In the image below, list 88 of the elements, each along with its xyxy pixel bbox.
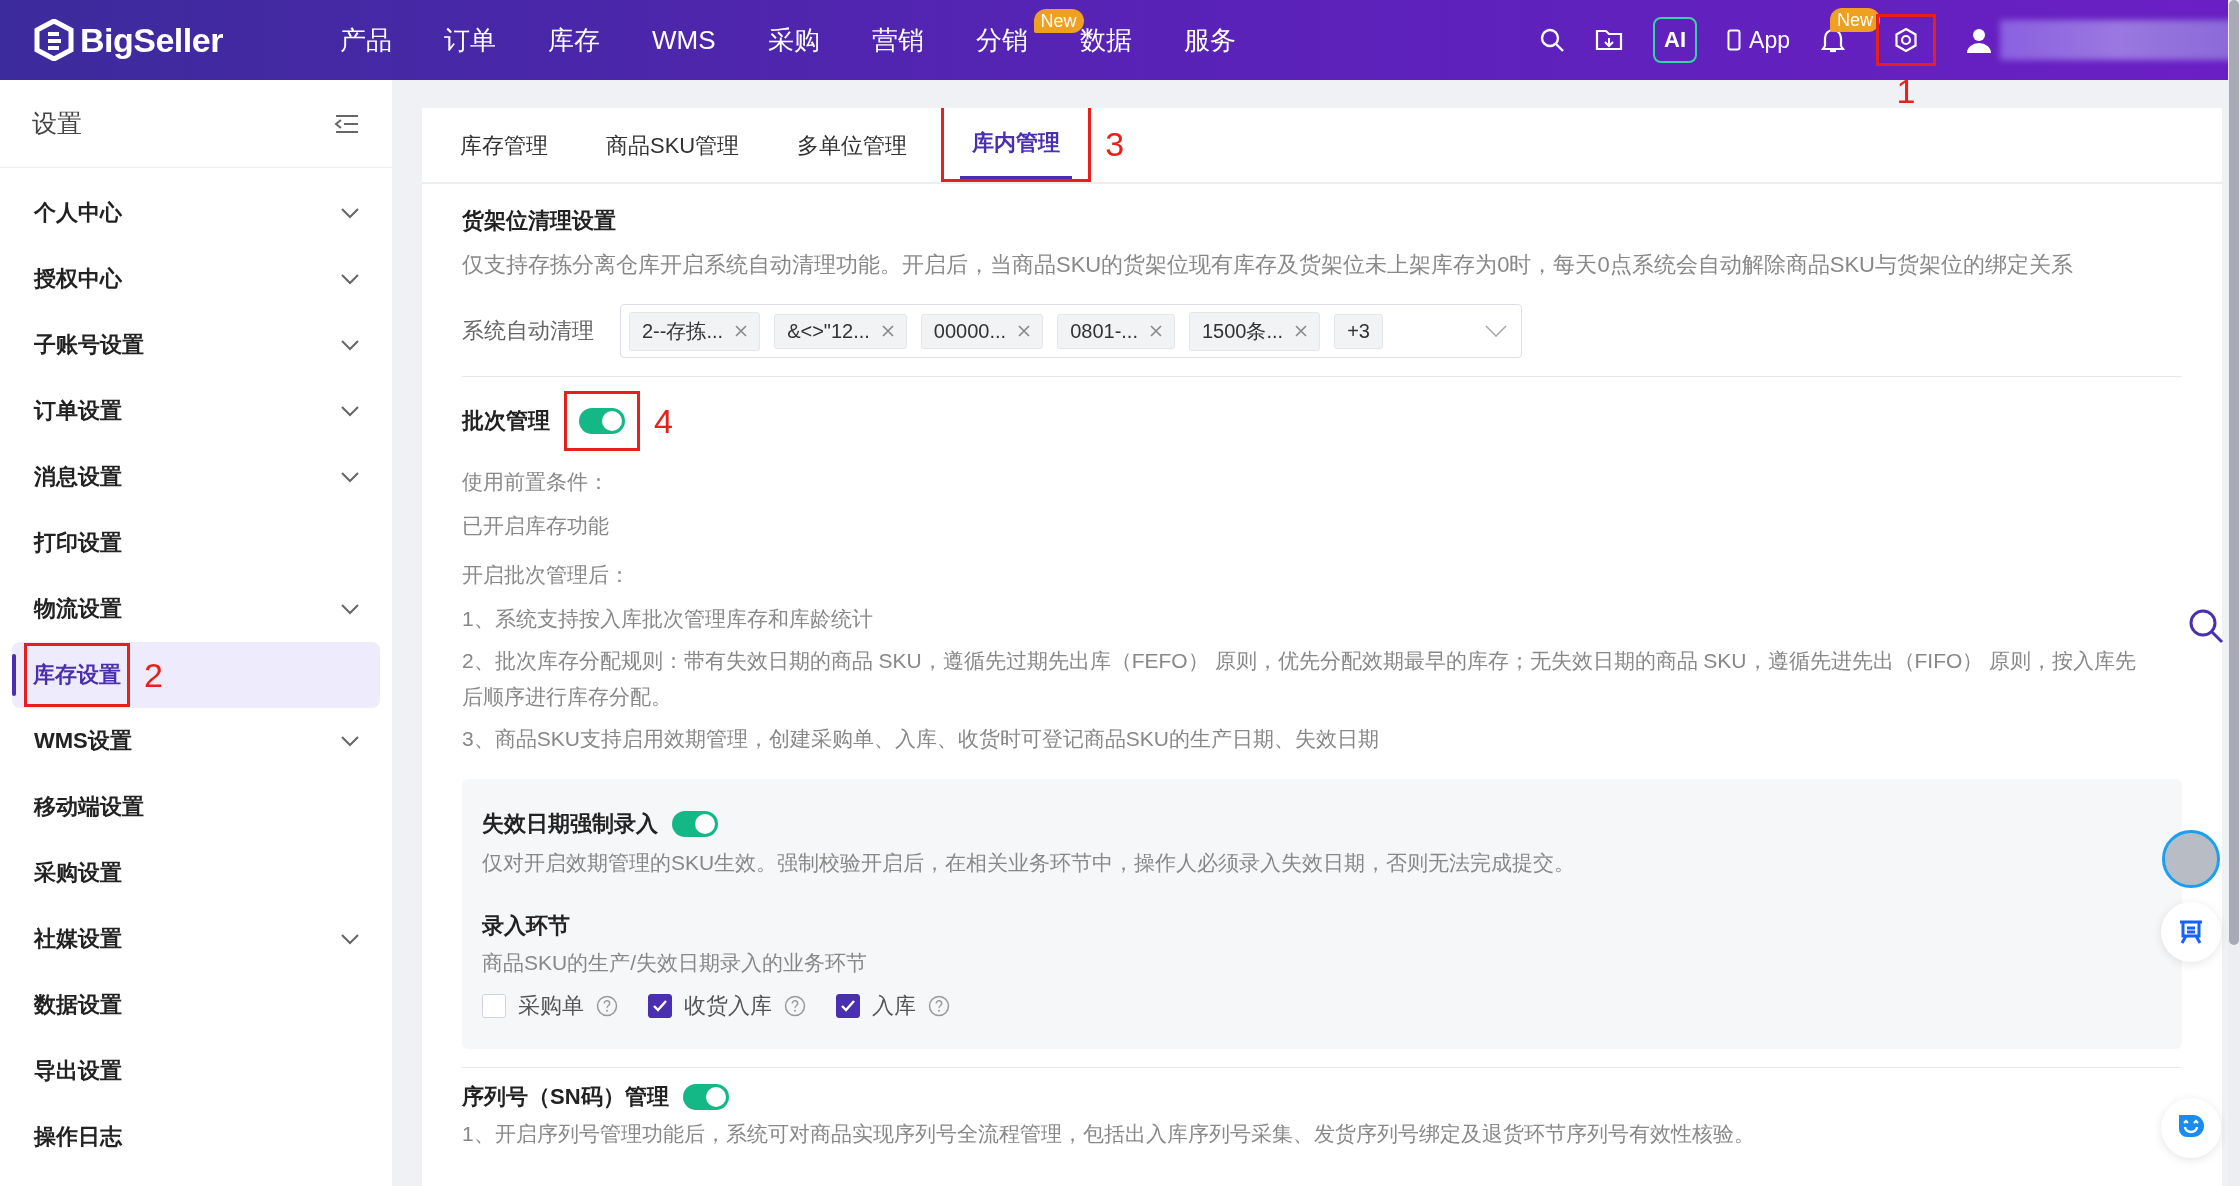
check-icon bbox=[652, 999, 668, 1013]
section-description: 仅支持存拣分离仓库开启系统自动清理功能。开启后，当商品SKU的货架位现有库存及货架位未上架库存为0时，每天0点系统会自动解除商品SKU与货架位的绑定关系 bbox=[462, 251, 2074, 279]
close-icon[interactable] bbox=[735, 325, 748, 337]
logo-text[interactable]: BigSeller bbox=[80, 20, 223, 60]
sidebar-item[interactable]: 采购设置 bbox=[12, 840, 380, 906]
phone-icon bbox=[1727, 29, 1742, 51]
description-text: 仅对开启效期管理的SKU生效。强制校验开启后，在相关业务环节中，操作人必须录入失效日期，否则无法完成提交。 bbox=[482, 850, 1577, 876]
section-title: 货架位清理设置 bbox=[462, 207, 617, 235]
selected-tag: 00000... bbox=[920, 313, 1044, 349]
description-text: 2、批次库存分配规则：带有失效日期的商品 SKU，遵循先过期先出库（FEFO） 原则，优先分配效期最早的库存；无失效日期的商品 SKU，遵循先进先出（FIFO） 原则，按入库先后顺序进行库存分配。 bbox=[462, 648, 2138, 710]
toggle-switch[interactable] bbox=[672, 811, 718, 837]
search-icon[interactable] bbox=[2188, 608, 2224, 644]
checkbox-label: 收货入库 bbox=[684, 992, 772, 1020]
selected-tag: 0801-... bbox=[1057, 313, 1175, 349]
nav-menu-item[interactable]: 营销 bbox=[845, 22, 950, 58]
sidebar-item[interactable]: 社媒设置 bbox=[12, 906, 380, 972]
help-icon[interactable] bbox=[596, 995, 618, 1017]
check-icon bbox=[840, 999, 856, 1013]
nav-menu-item[interactable]: WMS bbox=[626, 24, 742, 56]
checkbox-label: 采购单 bbox=[518, 992, 584, 1020]
tab[interactable]: 库存管理 bbox=[448, 117, 560, 182]
sidebar-item[interactable]: 库存设置 2 bbox=[12, 642, 380, 708]
annotation-number: 3 bbox=[1105, 126, 1125, 161]
setting-title: 失效日期强制录入 bbox=[482, 810, 658, 838]
sidebar-item[interactable]: WMS设置 bbox=[12, 708, 380, 774]
close-icon[interactable] bbox=[1295, 325, 1308, 337]
selected-tag: &<>"12... bbox=[774, 313, 907, 349]
annotation-box: 库存设置 bbox=[24, 643, 130, 707]
new-badge: New bbox=[1830, 8, 1880, 32]
setting-title: 批次管理 bbox=[462, 407, 550, 435]
annotation-number: 2 bbox=[144, 658, 163, 692]
checkbox[interactable] bbox=[648, 994, 672, 1018]
search-icon[interactable] bbox=[1539, 27, 1566, 53]
description-text: 已开启库存功能 bbox=[462, 513, 610, 539]
field-label: 系统自动清理 bbox=[462, 317, 594, 345]
ai-button[interactable]: AI bbox=[1653, 17, 1698, 63]
description-text: 开启批次管理后： bbox=[462, 562, 631, 588]
selected-tag: 2--存拣... bbox=[629, 311, 761, 351]
description-text: 1、系统支持按入库批次管理库存和库龄统计 bbox=[462, 606, 874, 632]
sidebar-item[interactable]: 移动端设置 bbox=[12, 774, 380, 840]
tab[interactable]: 多单位管理 bbox=[785, 117, 920, 182]
sidebar-item[interactable]: 打印设置 bbox=[12, 510, 380, 576]
nav-menu-item[interactable]: 库存 bbox=[522, 22, 626, 58]
help-icon[interactable] bbox=[928, 995, 950, 1017]
description-text: 使用前置条件： bbox=[462, 469, 610, 495]
sidebar-item[interactable]: 数据设置 bbox=[12, 972, 380, 1038]
sidebar-item[interactable]: 个人中心 bbox=[12, 180, 380, 246]
selected-tag: 1500条... bbox=[1188, 311, 1321, 351]
easel-icon bbox=[2178, 919, 2204, 945]
close-icon[interactable] bbox=[881, 325, 894, 337]
description-text: 商品SKU的生产/失效日期录入的业务环节 bbox=[482, 950, 868, 976]
nav-menu-item[interactable]: 采购 bbox=[741, 22, 846, 58]
nav-menu-item[interactable]: 订单 bbox=[418, 22, 522, 58]
sidebar-item[interactable]: 导出设置 bbox=[12, 1038, 380, 1104]
settings-icon[interactable] bbox=[1893, 27, 1919, 53]
folder-icon[interactable] bbox=[1595, 27, 1624, 53]
sidebar-title: 设置 bbox=[32, 108, 82, 139]
sidebar-item[interactable]: 子账号设置 bbox=[12, 312, 380, 378]
sidebar-item[interactable]: 物流设置 bbox=[12, 576, 380, 642]
annotation-number: 1 bbox=[1896, 74, 1916, 108]
sidebar-item[interactable]: 操作日志 bbox=[12, 1104, 380, 1170]
multi-select-field[interactable]: 2--存拣... &<>"12... 00000... 0801-... 1500条... +3 bbox=[620, 304, 1522, 358]
close-icon[interactable] bbox=[1149, 325, 1162, 337]
tab[interactable]: 商品SKU管理 bbox=[594, 117, 752, 182]
nav-menu-item[interactable]: 产品 bbox=[314, 22, 418, 58]
subsection-title: 录入环节 bbox=[482, 912, 571, 940]
toggle-switch[interactable] bbox=[682, 1084, 729, 1110]
user-icon[interactable] bbox=[1966, 27, 1992, 53]
more-tags-count: +3 bbox=[1334, 313, 1383, 349]
checkbox-label: 入库 bbox=[872, 992, 916, 1020]
help-icon[interactable] bbox=[784, 995, 806, 1017]
logo-icon bbox=[34, 19, 74, 61]
description-text: 1、开启序列号管理功能后，系统可对商品实现序列号全流程管理，包括出入库序列号采集、发货序列号绑定及退货环节序列号有效性核验。 bbox=[462, 1121, 1756, 1147]
description-text: 3、商品SKU支持启用效期管理，创建采购单、入库、收货时可登记商品SKU的生产日期、失效日期 bbox=[462, 726, 1381, 752]
tab[interactable]: 库内管理 bbox=[960, 114, 1073, 179]
scrollbar[interactable] bbox=[2228, 0, 2240, 1186]
toggle-switch[interactable] bbox=[579, 408, 625, 434]
sidebar-item[interactable]: 消息设置 bbox=[12, 444, 380, 510]
annotation-number: 4 bbox=[654, 404, 673, 438]
sidebar-item[interactable]: 订单设置 bbox=[12, 378, 380, 444]
chevron-down-icon bbox=[1485, 325, 1507, 337]
sidebar-item[interactable]: 授权中心 bbox=[12, 246, 380, 312]
checkbox[interactable] bbox=[836, 994, 860, 1018]
close-icon[interactable] bbox=[1018, 325, 1031, 337]
collapse-menu-icon[interactable] bbox=[334, 113, 360, 134]
app-button[interactable]: App bbox=[1727, 26, 1790, 54]
nav-menu-item[interactable]: 服务 bbox=[1157, 22, 1262, 58]
setting-title: 序列号（SN码）管理 bbox=[462, 1083, 669, 1111]
